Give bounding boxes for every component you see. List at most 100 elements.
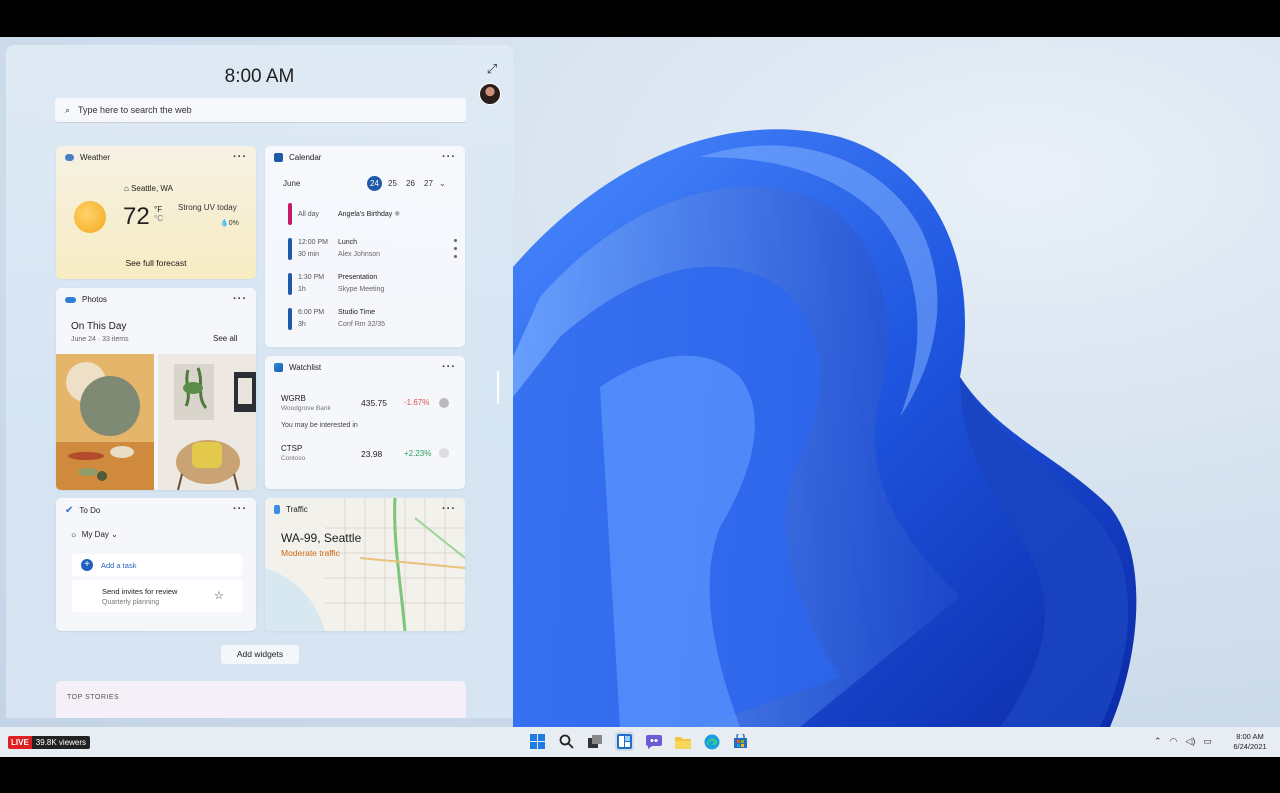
watchlist-title: Watchlist (289, 363, 322, 372)
weather-widget[interactable]: Weather ··· ⌂ Seattle, WA 72 °F °C Strong… (56, 146, 256, 279)
traffic-title: Traffic (286, 505, 308, 514)
traffic-status: Moderate traffic (281, 548, 340, 558)
more-options-icon[interactable]: ··· (442, 361, 456, 373)
event-color-bar (288, 273, 292, 295)
file-explorer-icon[interactable] (673, 732, 692, 751)
weather-condition: Strong UV today (178, 203, 237, 212)
event-title[interactable]: Lunch Alex Johnson (338, 237, 380, 261)
photos-header: Photos (65, 295, 107, 304)
taskbar-clock[interactable]: 8:00 AM 6/24/2021 (1226, 732, 1274, 752)
todo-header: ✔ To Do (65, 505, 100, 516)
my-day-dropdown[interactable]: ☼ My Day ⌄ (70, 530, 118, 539)
taskbar: ⌃ ◠ ◁) ▭ 8:00 AM 6/24/2021 (0, 727, 1280, 757)
more-options-icon[interactable]: ··· (442, 503, 456, 515)
panel-scrollbar[interactable] (497, 371, 499, 404)
stock-symbol: CTSP (281, 444, 303, 453)
widgets-clock: 8:00 AM (224, 66, 295, 87)
todo-widget[interactable]: ✔ To Do ··· ☼ My Day ⌄ + Add a task Send… (56, 498, 256, 631)
stock-change: -1.67% (404, 398, 430, 407)
widgets-icon[interactable] (615, 732, 634, 751)
event-time: 1:30 PM 1h (298, 274, 325, 293)
add-widgets-button[interactable]: Add widgets (221, 645, 299, 664)
calendar-day[interactable]: 27 (421, 176, 436, 191)
task-subtitle: Quarterly planning (102, 599, 160, 606)
expand-icon[interactable]: ⤢ (482, 59, 502, 79)
traffic-widget[interactable]: Traffic ··· WA-99, Seattle Moderate traf… (265, 498, 465, 631)
event-title[interactable]: Angela's Birthday ✺ (338, 209, 400, 221)
system-tray: ⌃ ◠ ◁) ▭ (1154, 736, 1212, 747)
task-view-icon[interactable] (586, 732, 605, 751)
calendar-day[interactable]: 26 (403, 176, 418, 191)
sun-icon (74, 201, 106, 233)
chat-icon[interactable] (644, 732, 663, 751)
event-title[interactable]: Presentation Skype Meeting (338, 272, 384, 296)
watchlist-hint: You may be interested in (281, 422, 358, 429)
stock-name: Woodgrove Bank (281, 405, 331, 412)
add-stock-icon[interactable] (439, 448, 449, 458)
photos-heading: On This Day (71, 321, 127, 332)
viewer-count: 39.8K viewers (31, 736, 91, 749)
avatar[interactable] (479, 83, 501, 105)
desktop: 8:00 AM ⤢ ⌕ Type here to search the web … (0, 37, 1280, 727)
photos-title: Photos (82, 295, 107, 304)
calendar-day-strip: 24 25 26 27 ⌄ (367, 176, 446, 191)
traffic-road: WA-99, Seattle (281, 531, 362, 545)
add-task-input[interactable]: + Add a task (72, 554, 242, 576)
see-all-link[interactable]: See all (213, 334, 237, 343)
weather-title: Weather (80, 153, 111, 162)
event-time: 12:00 PM 30 min (298, 239, 328, 258)
taskbar-apps (528, 732, 750, 751)
plus-icon: + (81, 559, 93, 571)
more-options-icon[interactable]: ··· (442, 151, 456, 163)
taskbar-date: 6/24/2021 (1233, 742, 1267, 751)
more-options-icon[interactable]: ··· (233, 151, 247, 163)
search-input[interactable]: ⌕ Type here to search the web (55, 98, 466, 123)
stock-name: Contoso (281, 455, 306, 462)
event-time: All day (298, 211, 320, 218)
stock-symbol: WGRB (281, 394, 306, 403)
todo-task[interactable]: Send invites for review Quarterly planni… (72, 580, 242, 612)
calendar-widget[interactable]: Calendar ··· June 24 25 26 27 ⌄ All day … (265, 146, 465, 347)
top-stories-section: TOP STORIES (56, 681, 466, 718)
photo-thumbnail[interactable] (56, 354, 154, 490)
photo-thumbnail[interactable] (158, 354, 256, 490)
widgets-panel: 8:00 AM ⤢ ⌕ Type here to search the web … (6, 45, 513, 718)
weather-location: ⌂ Seattle, WA (124, 184, 174, 193)
traffic-icon (274, 505, 280, 514)
edge-icon[interactable] (702, 732, 721, 751)
see-forecast-link[interactable]: See full forecast (56, 258, 256, 268)
weather-precip: 💧0% (220, 220, 239, 227)
volume-icon[interactable]: ◁) (1185, 736, 1195, 747)
live-stream-badge: LIVE 39.8K viewers (8, 736, 91, 749)
weather-temp: 72 (123, 203, 150, 230)
photos-widget[interactable]: Photos ··· On This Day June 24 · 33 item… (56, 288, 256, 490)
wifi-icon[interactable]: ◠ (1170, 736, 1178, 747)
traffic-map (265, 498, 465, 631)
battery-icon[interactable]: ▭ (1203, 736, 1212, 747)
top-stories-heading: TOP STORIES (67, 694, 120, 701)
remove-stock-icon[interactable] (439, 398, 449, 408)
search-icon: ⌕ (65, 104, 71, 115)
todo-title: To Do (79, 506, 101, 515)
star-icon[interactable]: ☆ (214, 589, 224, 602)
calendar-day[interactable]: 24 (367, 176, 382, 191)
more-options-icon[interactable]: ··· (233, 503, 247, 515)
cloud-icon (65, 154, 74, 161)
calendar-icon (274, 153, 283, 162)
photos-subtitle: June 24 · 33 items (71, 336, 129, 343)
chevron-down-icon[interactable]: ⌄ (439, 179, 446, 188)
search-icon[interactable] (557, 732, 576, 751)
more-options-icon[interactable]: ··· (233, 293, 247, 305)
temp-unit-toggle[interactable]: °F °C (154, 205, 163, 223)
start-icon[interactable] (528, 732, 547, 751)
calendar-month: June (283, 179, 301, 188)
calendar-scroll-indicator[interactable] (454, 239, 457, 263)
store-icon[interactable] (731, 732, 750, 751)
chevron-up-icon[interactable]: ⌃ (1154, 736, 1162, 747)
calendar-day[interactable]: 25 (385, 176, 400, 191)
watchlist-widget[interactable]: Watchlist ··· WGRB Woodgrove Bank 435.75… (265, 356, 465, 489)
stock-change: +2.23% (404, 449, 432, 458)
traffic-header: Traffic (274, 505, 308, 514)
event-title[interactable]: Studio Time Conf Rm 32/35 (338, 307, 385, 331)
event-color-bar (288, 203, 292, 225)
